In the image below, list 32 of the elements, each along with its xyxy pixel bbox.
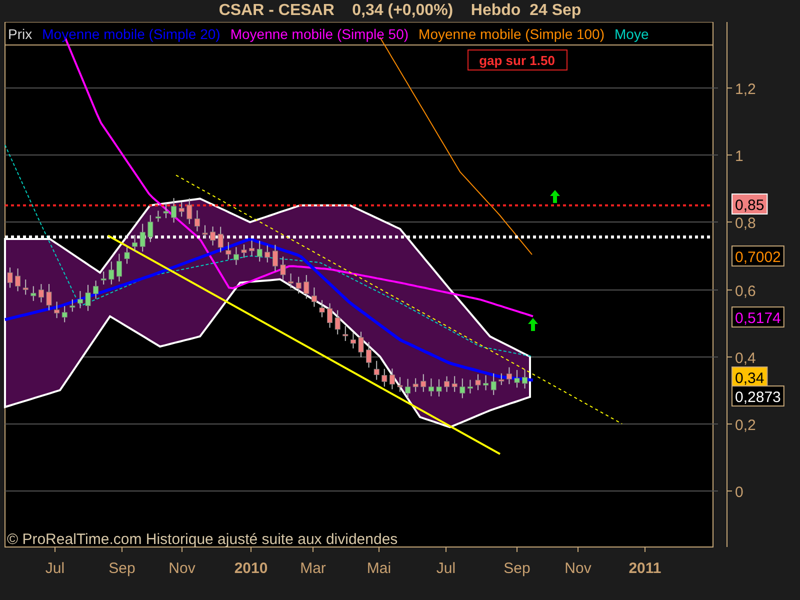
axis-label: 2011 <box>628 560 662 577</box>
legend-item: Moye <box>614 26 649 42</box>
axis-label: Sep <box>504 560 530 577</box>
axis-label: Nov <box>168 560 196 577</box>
axis-label: 0,8 <box>735 215 756 232</box>
axis-label: 0,2 <box>735 417 756 434</box>
legend-item: Moyenne mobile (Simple 20) <box>42 26 220 42</box>
price-label: 0,5174 <box>732 306 784 328</box>
axis-label: 0,6 <box>735 283 756 300</box>
axis-label: Nov <box>564 560 592 577</box>
axis-label: Jul <box>436 560 456 577</box>
axis-label: Jul <box>45 560 65 577</box>
axis-label: 1,2 <box>735 81 756 98</box>
price-label: 0,7002 <box>732 246 784 266</box>
legend-item: Prix <box>8 26 32 42</box>
price-label: 0,2873 <box>732 386 784 406</box>
legend-item: Moyenne mobile (Simple 50) <box>230 26 409 42</box>
price-label: 0,34 <box>732 366 768 388</box>
axis-label: 0 <box>735 484 744 501</box>
axis-label: Mar <box>300 560 326 577</box>
axis-label: Mai <box>366 560 392 577</box>
chart-title: CSAR - CESAR 0,34 (+0,00%) Hebdo 24 Sep <box>218 2 582 20</box>
price-label: 0,85 <box>732 194 768 214</box>
axis-label: 0,4 <box>735 350 756 367</box>
axis-label: Sep <box>108 560 136 577</box>
axis-label: 1 <box>735 148 744 165</box>
up-arrow-icon <box>528 318 538 331</box>
legend-item: Moyenne mobile (Simple 100) <box>418 26 605 42</box>
up-arrow-icon <box>550 190 560 203</box>
axis-label: 2010 <box>234 560 268 577</box>
copyright-text: © ProRealTime.com Historique ajusté suite aux dividendes <box>7 531 398 548</box>
annotation-box: gap sur 1.50 <box>468 50 568 70</box>
